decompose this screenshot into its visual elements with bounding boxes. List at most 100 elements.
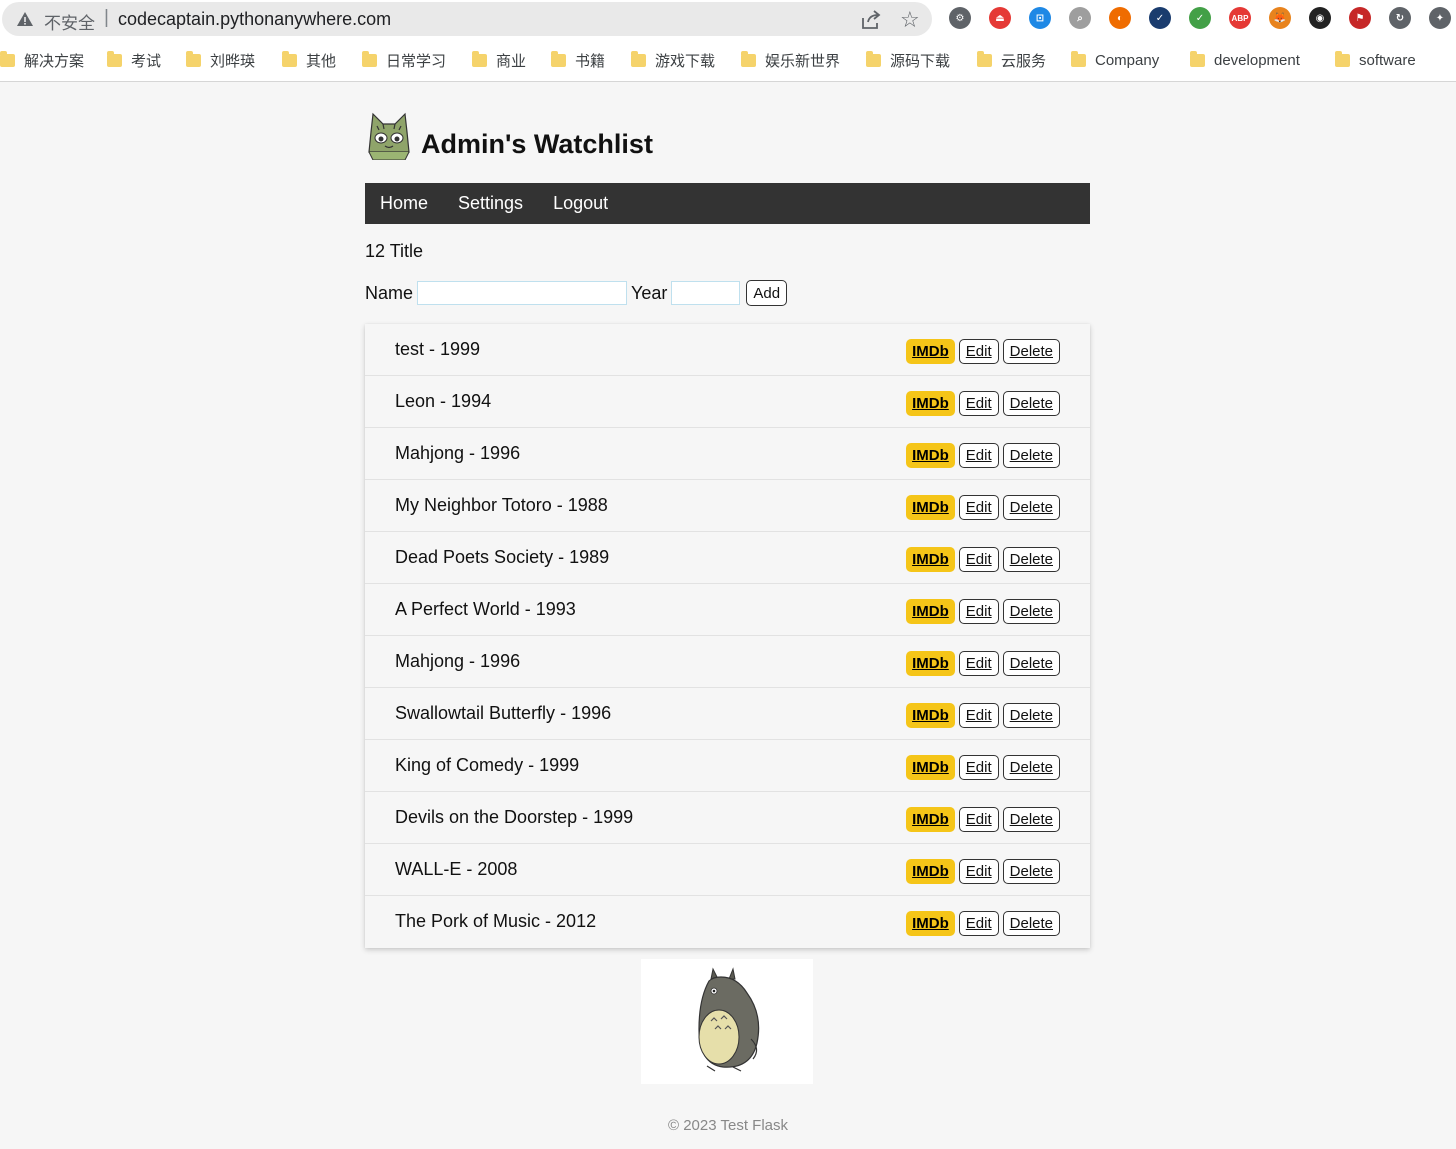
edit-button[interactable]: Edit xyxy=(958,547,999,572)
dark-extension-icon[interactable]: ◉ xyxy=(1309,7,1331,29)
name-label: Name xyxy=(365,282,414,303)
delete-button[interactable]: Delete xyxy=(1002,859,1060,884)
share-icon[interactable] xyxy=(860,10,882,30)
blue-tab-extension-icon[interactable]: ⊡ xyxy=(1029,7,1051,29)
bookmark-12[interactable]: development xyxy=(1190,46,1300,74)
bookmark-5[interactable]: 商业 xyxy=(472,46,526,74)
abp-extension-icon[interactable]: ABP xyxy=(1229,7,1251,29)
edit-button[interactable]: Edit xyxy=(958,495,999,520)
delete-button[interactable]: Delete xyxy=(1002,599,1060,624)
movie-title: A Perfect World xyxy=(395,599,520,619)
edit-button[interactable]: Edit xyxy=(958,339,999,364)
bookmark-0[interactable]: 解决方案 xyxy=(0,46,84,74)
bookmark-13[interactable]: software xyxy=(1335,46,1416,74)
edit-button[interactable]: Edit xyxy=(958,443,999,468)
url-text[interactable]: codecaptain.pythonanywhere.com xyxy=(118,9,391,30)
imdb-link[interactable]: IMDb xyxy=(906,755,955,780)
movie-row: WALL-E - 2008 IMDb Edit Delete xyxy=(365,844,1090,896)
movie-year: 1996 xyxy=(480,651,521,671)
imdb-link[interactable]: IMDb xyxy=(906,495,955,520)
edit-button[interactable]: Edit xyxy=(958,911,999,936)
bookmark-4[interactable]: 日常学习 xyxy=(362,46,446,74)
movie-title: Leon xyxy=(395,391,436,411)
imdb-link[interactable]: IMDb xyxy=(906,443,955,468)
edit-button[interactable]: Edit xyxy=(958,599,999,624)
delete-button[interactable]: Delete xyxy=(1002,807,1060,832)
delete-button[interactable]: Delete xyxy=(1002,443,1060,468)
delete-button[interactable]: Delete xyxy=(1002,703,1060,728)
imdb-link[interactable]: IMDb xyxy=(906,339,955,364)
bookmark-3[interactable]: 其他 xyxy=(282,46,336,74)
bookmark-6[interactable]: 书籍 xyxy=(551,46,605,74)
sync-extension-icon[interactable]: ↻ xyxy=(1389,7,1411,29)
security-label[interactable]: 不安全 xyxy=(44,9,95,34)
imdb-link[interactable]: IMDb xyxy=(906,391,955,416)
bookmark-8[interactable]: 娱乐新世界 xyxy=(741,46,840,74)
movie-title-year: Mahjong - 1996 xyxy=(395,443,520,464)
imdb-link[interactable]: IMDb xyxy=(906,703,955,728)
movie-title: Dead Poets Society xyxy=(395,547,554,567)
bookmark-label: 刘晔瑛 xyxy=(210,52,256,70)
fox-extension-icon[interactable]: 🦊 xyxy=(1269,7,1291,29)
imdb-link[interactable]: IMDb xyxy=(906,651,955,676)
folder-icon xyxy=(0,50,15,67)
address-bar[interactable]: 不安全 | codecaptain.pythonanywhere.com ☆ xyxy=(2,2,932,36)
shield-extension-icon[interactable]: ✓ xyxy=(1189,7,1211,29)
bookmark-10[interactable]: 云服务 xyxy=(977,46,1046,74)
delete-button[interactable]: Delete xyxy=(1002,547,1060,572)
imdb-link[interactable]: IMDb xyxy=(906,859,955,884)
bookmark-label: 源码下载 xyxy=(890,52,951,70)
delete-button[interactable]: Delete xyxy=(1002,651,1060,676)
gear-extension-icon[interactable]: ⚙ xyxy=(949,7,971,29)
check-extension-icon[interactable]: ✓ xyxy=(1149,7,1171,29)
search-extension-icon[interactable]: ⌕ xyxy=(1069,7,1091,29)
delete-button[interactable]: Delete xyxy=(1002,911,1060,936)
edit-button[interactable]: Edit xyxy=(958,391,999,416)
url-separator: | xyxy=(104,7,109,28)
nav-settings-link[interactable]: Settings xyxy=(443,183,538,224)
delete-button[interactable]: Delete xyxy=(1002,339,1060,364)
imdb-link[interactable]: IMDb xyxy=(906,547,955,572)
red-extension-icon[interactable]: ⏏ xyxy=(989,7,1011,29)
movie-row: Leon - 1994 IMDb Edit Delete xyxy=(365,376,1090,428)
movie-row: Mahjong - 1996 IMDb Edit Delete xyxy=(365,636,1090,688)
bookmark-11[interactable]: Company xyxy=(1071,46,1159,74)
swirl-extension-icon[interactable]: ◐ xyxy=(1109,7,1131,29)
imdb-link[interactable]: IMDb xyxy=(906,911,955,936)
movie-actions: IMDb Edit Delete xyxy=(906,391,1060,416)
movie-actions: IMDb Edit Delete xyxy=(906,703,1060,728)
folder-icon xyxy=(107,50,122,67)
bookmark-2[interactable]: 刘晔瑛 xyxy=(186,46,255,74)
edit-button[interactable]: Edit xyxy=(958,807,999,832)
edit-button[interactable]: Edit xyxy=(958,859,999,884)
footer: © 2023 Test Flask xyxy=(668,1117,788,1134)
bookmark-label: 其他 xyxy=(306,52,337,70)
bookmark-label: 日常学习 xyxy=(386,52,447,70)
delete-button[interactable]: Delete xyxy=(1002,391,1060,416)
add-button[interactable]: Add xyxy=(746,280,788,306)
nav-logout-link[interactable]: Logout xyxy=(538,183,623,224)
warning-icon[interactable] xyxy=(16,11,34,27)
edit-button[interactable]: Edit xyxy=(958,651,999,676)
name-input[interactable] xyxy=(417,281,628,305)
movie-year: 1989 xyxy=(569,547,610,567)
edit-button[interactable]: Edit xyxy=(958,703,999,728)
nav-home-link[interactable]: Home xyxy=(365,183,443,224)
movie-actions: IMDb Edit Delete xyxy=(906,859,1060,884)
puzzle-extension-icon[interactable]: ✦ xyxy=(1429,7,1451,29)
bookmark-9[interactable]: 源码下载 xyxy=(866,46,950,74)
folder-icon xyxy=(282,50,297,67)
delete-button[interactable]: Delete xyxy=(1002,495,1060,520)
year-input[interactable] xyxy=(671,281,741,305)
title-year-separator: - xyxy=(519,599,536,619)
bookmark-7[interactable]: 游戏下载 xyxy=(631,46,715,74)
bookmark-star-icon[interactable]: ☆ xyxy=(900,7,920,33)
edit-button[interactable]: Edit xyxy=(958,755,999,780)
bookmark-1[interactable]: 考试 xyxy=(107,46,161,74)
year-label: Year xyxy=(631,282,668,303)
imdb-link[interactable]: IMDb xyxy=(906,599,955,624)
bookmark-label: 解决方案 xyxy=(24,52,85,70)
delete-button[interactable]: Delete xyxy=(1002,755,1060,780)
imdb-link[interactable]: IMDb xyxy=(906,807,955,832)
red-flag-extension-icon[interactable]: ⚑ xyxy=(1349,7,1371,29)
